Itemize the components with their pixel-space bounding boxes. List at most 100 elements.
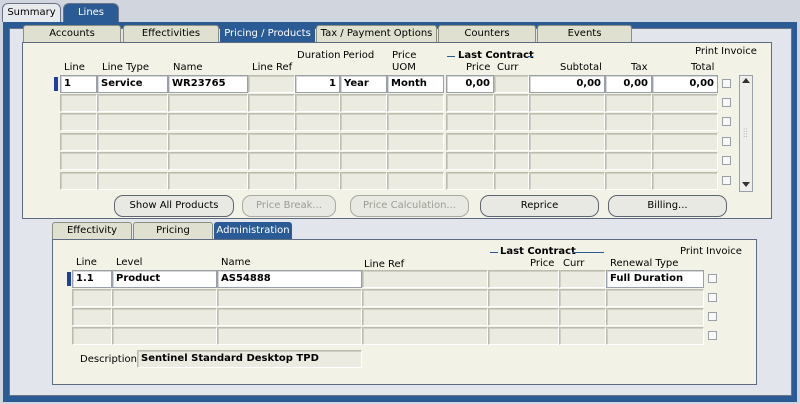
empty-cell[interactable] [248, 152, 295, 170]
empty-cell[interactable] [605, 94, 652, 112]
empty-cell[interactable] [60, 152, 97, 170]
price-uom-field[interactable]: Month [387, 75, 444, 93]
line-type-field[interactable]: Service [97, 75, 168, 93]
subline-number-field[interactable]: 1.1 [72, 270, 112, 288]
tab-tax-payment-options[interactable]: Tax / Payment Options [316, 25, 437, 42]
empty-cell[interactable] [605, 172, 652, 190]
empty-cell[interactable] [494, 133, 529, 151]
show-all-products-button[interactable]: Show All Products [114, 195, 234, 217]
subline-print-invoice-checkbox[interactable] [708, 331, 717, 340]
tab-effectivities[interactable]: Effectivities [123, 25, 219, 42]
empty-cell[interactable] [340, 172, 387, 190]
empty-cell[interactable] [494, 172, 529, 190]
empty-cell[interactable] [248, 133, 295, 151]
empty-cell[interactable] [97, 94, 168, 112]
empty-cell[interactable] [446, 113, 494, 131]
scroll-up-icon[interactable] [742, 78, 750, 83]
empty-cell[interactable] [112, 327, 217, 345]
print-invoice-checkbox[interactable] [722, 156, 731, 165]
subline-print-invoice-checkbox[interactable] [708, 274, 717, 283]
line-ref-field[interactable] [248, 75, 295, 93]
curr-field[interactable] [494, 75, 529, 93]
description-field[interactable]: Sentinel Standard Desktop TPD [137, 350, 362, 368]
tab-pricing[interactable]: Pricing [133, 222, 213, 239]
empty-cell[interactable] [446, 172, 494, 190]
empty-cell[interactable] [494, 94, 529, 112]
empty-cell[interactable] [97, 152, 168, 170]
empty-cell[interactable] [295, 152, 340, 170]
empty-cell[interactable] [168, 152, 248, 170]
lines-scrollbar[interactable]: :::: [739, 75, 753, 192]
empty-cell[interactable] [652, 133, 718, 151]
empty-cell[interactable] [60, 113, 97, 131]
tab-pricing-products[interactable]: Pricing / Products [220, 25, 315, 42]
empty-cell[interactable] [168, 133, 248, 151]
empty-cell[interactable] [295, 133, 340, 151]
print-invoice-checkbox[interactable] [722, 98, 731, 107]
tab-effectivity[interactable]: Effectivity [52, 222, 132, 239]
empty-cell[interactable] [362, 289, 488, 307]
price-break-button[interactable]: Price Break... [242, 195, 336, 217]
empty-cell[interactable] [248, 172, 295, 190]
empty-cell[interactable] [446, 133, 494, 151]
empty-cell[interactable] [72, 327, 112, 345]
empty-cell[interactable] [387, 113, 444, 131]
name-field[interactable]: WR23765 [168, 75, 248, 93]
print-invoice-checkbox[interactable] [722, 137, 731, 146]
tab-summary[interactable]: Summary [2, 3, 61, 22]
price-calculation-button[interactable]: Price Calculation... [350, 195, 469, 217]
empty-cell[interactable] [488, 327, 559, 345]
empty-cell[interactable] [60, 133, 97, 151]
subline-line-ref-field[interactable] [362, 270, 488, 288]
empty-cell[interactable] [606, 327, 704, 345]
empty-cell[interactable] [387, 172, 444, 190]
empty-cell[interactable] [446, 94, 494, 112]
empty-cell[interactable] [605, 152, 652, 170]
empty-cell[interactable] [248, 94, 295, 112]
empty-cell[interactable] [605, 113, 652, 131]
print-invoice-checkbox[interactable] [722, 79, 731, 88]
subline-renewal-type-field[interactable]: Full Duration [606, 270, 704, 288]
empty-cell[interactable] [217, 327, 362, 345]
empty-cell[interactable] [97, 172, 168, 190]
price-field[interactable]: 0,00 [446, 75, 494, 93]
empty-cell[interactable] [559, 289, 606, 307]
period-field[interactable]: Year [340, 75, 387, 93]
empty-cell[interactable] [112, 289, 217, 307]
empty-cell[interactable] [295, 94, 340, 112]
empty-cell[interactable] [529, 113, 605, 131]
total-field[interactable]: 0,00 [652, 75, 718, 93]
empty-cell[interactable] [168, 172, 248, 190]
subline-print-invoice-checkbox[interactable] [708, 312, 717, 321]
subline-curr-field[interactable] [559, 270, 606, 288]
empty-cell[interactable] [559, 327, 606, 345]
subline-price-field[interactable] [488, 270, 559, 288]
empty-cell[interactable] [340, 94, 387, 112]
empty-cell[interactable] [529, 94, 605, 112]
billing-button[interactable]: Billing... [608, 195, 727, 217]
row-selector[interactable] [54, 77, 58, 91]
tax-field[interactable]: 0,00 [605, 75, 652, 93]
empty-cell[interactable] [217, 289, 362, 307]
empty-cell[interactable] [112, 308, 217, 326]
duration-field[interactable]: 1 [295, 75, 340, 93]
empty-cell[interactable] [340, 152, 387, 170]
empty-cell[interactable] [295, 172, 340, 190]
empty-cell[interactable] [248, 113, 295, 131]
empty-cell[interactable] [652, 152, 718, 170]
subline-name-field[interactable]: AS54888 [217, 270, 362, 288]
tab-accounts[interactable]: Accounts [23, 25, 121, 42]
empty-cell[interactable] [97, 133, 168, 151]
empty-cell[interactable] [488, 308, 559, 326]
empty-cell[interactable] [488, 289, 559, 307]
empty-cell[interactable] [387, 152, 444, 170]
tab-administration[interactable]: Administration [214, 222, 292, 239]
empty-cell[interactable] [652, 113, 718, 131]
empty-cell[interactable] [529, 172, 605, 190]
empty-cell[interactable] [97, 113, 168, 131]
line-number-field[interactable]: 1 [60, 75, 97, 93]
empty-cell[interactable] [606, 289, 704, 307]
empty-cell[interactable] [606, 308, 704, 326]
empty-cell[interactable] [446, 152, 494, 170]
empty-cell[interactable] [529, 152, 605, 170]
